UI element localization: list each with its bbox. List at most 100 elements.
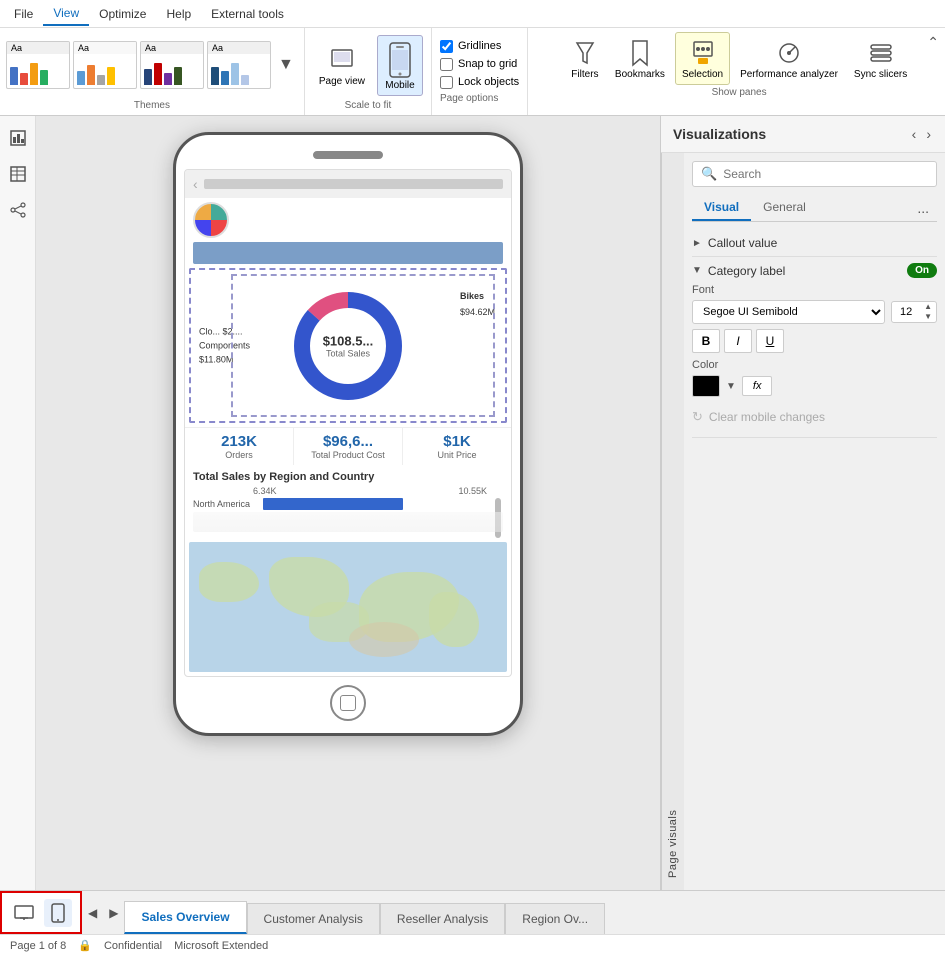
left-sidebar	[0, 116, 36, 890]
themes-more-arrow[interactable]: ▼	[274, 52, 298, 78]
mobile-content: ‹ Clo... $2.... Components $11.80	[184, 169, 512, 677]
mobile-logo-section	[185, 198, 511, 240]
performance-analyzer-btn[interactable]: Performance analyzer	[734, 33, 844, 84]
filters-btn[interactable]: Filters	[565, 33, 605, 84]
underline-btn[interactable]: U	[756, 329, 784, 353]
category-chevron-down-icon: ▼	[692, 265, 702, 276]
menu-help[interactable]: Help	[156, 3, 201, 25]
main-area: ‹ Clo... $2.... Components $11.80	[0, 116, 945, 890]
sidebar-model-icon[interactable]	[4, 196, 32, 224]
font-size-up-arrow[interactable]: ▲	[920, 302, 936, 312]
show-panes-label: Show panes	[712, 87, 767, 98]
format-buttons: B I U	[692, 329, 937, 353]
theme-swatch-4[interactable]: Aa	[207, 41, 271, 89]
sync-slicers-btn[interactable]: Sync slicers	[848, 33, 913, 84]
font-size-down-arrow[interactable]: ▼	[920, 312, 936, 322]
view-mode-icons	[0, 891, 82, 934]
sidebar-table-icon[interactable]	[4, 160, 32, 188]
bookmarks-btn[interactable]: Bookmarks	[609, 33, 671, 84]
sidebar-report-icon[interactable]	[4, 124, 32, 152]
donut-label: Total Sales	[308, 348, 388, 358]
ribbon-collapse-btn[interactable]: ⌃	[921, 28, 945, 115]
bar-chart-section: Total Sales by Region and Country 6.34K …	[185, 465, 511, 538]
callout-chevron-right-icon: ►	[692, 238, 702, 249]
tab-general[interactable]: General	[751, 195, 818, 221]
clear-mobile-label: Clear mobile changes	[709, 410, 825, 424]
menu-bar: File View Optimize Help External tools	[0, 0, 945, 28]
theme-swatch-1[interactable]: Aa	[6, 41, 70, 89]
page-visuals-tab[interactable]: Page visuals	[661, 153, 684, 890]
donut-chart-section[interactable]: Clo... $2.... Components $11.80M	[189, 268, 507, 423]
clear-mobile-changes-btn[interactable]: ↻ Clear mobile changes	[692, 403, 937, 431]
callout-value-header[interactable]: ► Callout value	[692, 236, 937, 250]
tab-customer-analysis[interactable]: Customer Analysis	[247, 903, 380, 934]
snap-checkbox-row[interactable]: Snap to grid	[440, 58, 519, 71]
lock-checkbox[interactable]	[440, 76, 453, 89]
theme-swatch-3[interactable]: Aa	[140, 41, 204, 89]
stat-cost-value: $96,6...	[297, 433, 399, 450]
scale-to-fit-label: Scale to fit	[345, 100, 392, 111]
color-dropdown-arrow[interactable]: ▼	[726, 381, 736, 392]
italic-btn[interactable]: I	[724, 329, 752, 353]
gridlines-checkbox-row[interactable]: Gridlines	[440, 40, 519, 53]
category-label-text: Category label	[708, 264, 785, 278]
snap-checkbox[interactable]	[440, 58, 453, 71]
lock-checkbox-row[interactable]: Lock objects	[440, 76, 519, 89]
search-input[interactable]	[723, 167, 928, 181]
mobile-view-btn[interactable]	[44, 899, 72, 927]
menu-optimize[interactable]: Optimize	[89, 3, 156, 25]
stat-orders: 213K Orders	[185, 428, 294, 465]
tab-region-ov[interactable]: Region Ov...	[505, 903, 605, 934]
donut-legend: Bikes $94.62M	[460, 288, 495, 320]
ribbon: Aa Aa Aa	[0, 28, 945, 116]
bottom-tab-bar: ◀ ▶ Sales Overview Customer Analysis Res…	[0, 890, 945, 934]
tab-visual[interactable]: Visual	[692, 195, 751, 221]
donut-value: $108.5...	[308, 333, 388, 348]
mobile-home-button	[330, 685, 366, 721]
bar-region-label: North America	[193, 499, 263, 509]
gridlines-checkbox[interactable]	[440, 40, 453, 53]
font-size-stepper: ▲ ▼	[891, 301, 937, 323]
font-size-input[interactable]	[892, 303, 920, 321]
page-view-btn[interactable]: Page view	[313, 40, 371, 91]
ribbon-group-layout: Page view Mobile Scale to fit	[305, 28, 432, 115]
bold-btn[interactable]: B	[692, 329, 720, 353]
tab-reseller-analysis[interactable]: Reseller Analysis	[380, 903, 505, 934]
desktop-view-btn[interactable]	[10, 899, 38, 927]
mobile-header-bar	[193, 242, 503, 264]
menu-file[interactable]: File	[4, 3, 43, 25]
more-options-btn[interactable]: ...	[909, 196, 937, 220]
stat-cost-label: Total Product Cost	[297, 450, 399, 460]
donut-left-labels: Clo... $2.... Components $11.80M	[199, 324, 250, 367]
tab-prev-arrow[interactable]: ◀	[82, 902, 103, 924]
status-bar: Page 1 of 8 🔒 Confidential Microsoft Ext…	[0, 934, 945, 956]
tab-next-arrow[interactable]: ▶	[103, 902, 124, 924]
category-label-toggle[interactable]: On	[907, 263, 937, 278]
theme-swatch-2[interactable]: Aa	[73, 41, 137, 89]
nav-back-arrow[interactable]: ‹	[193, 176, 198, 192]
menu-external-tools[interactable]: External tools	[201, 3, 294, 25]
color-swatch[interactable]	[692, 375, 720, 397]
font-family-select[interactable]: Segoe UI Semibold	[692, 300, 885, 324]
bar-row-north-america: North America	[193, 498, 503, 510]
category-label-header[interactable]: ▼ Category label On	[692, 263, 937, 278]
mobile-layout-btn[interactable]: Mobile	[377, 35, 423, 96]
panel-forward-arrow[interactable]: ›	[924, 124, 933, 144]
panel-inner: 🔍 Visual General ... ► Callout value	[684, 153, 945, 890]
selection-btn[interactable]: Selection	[675, 32, 730, 85]
mobile-device-frame: ‹ Clo... $2.... Components $11.80	[173, 132, 523, 736]
tab-sales-overview[interactable]: Sales Overview	[124, 901, 246, 934]
lock-icon: 🔒	[78, 939, 92, 952]
menu-view[interactable]: View	[43, 2, 89, 26]
bar-chart-title: Total Sales by Region and Country	[193, 471, 503, 483]
callout-value-label: Callout value	[708, 236, 777, 250]
fx-button[interactable]: fx	[742, 376, 773, 396]
panel-back-arrow[interactable]: ‹	[910, 124, 919, 144]
map-section	[189, 542, 507, 672]
canvas-area: ‹ Clo... $2.... Components $11.80	[36, 116, 660, 890]
right-panel: Visualizations ‹ › Page visuals 🔍 Visual	[660, 116, 945, 890]
stats-row: 213K Orders $96,6... Total Product Cost …	[185, 427, 511, 465]
stat-price: $1K Unit Price	[403, 428, 511, 465]
search-box: 🔍	[692, 161, 937, 187]
bar-axis-labels: 6.34K 10.55K	[193, 486, 503, 496]
